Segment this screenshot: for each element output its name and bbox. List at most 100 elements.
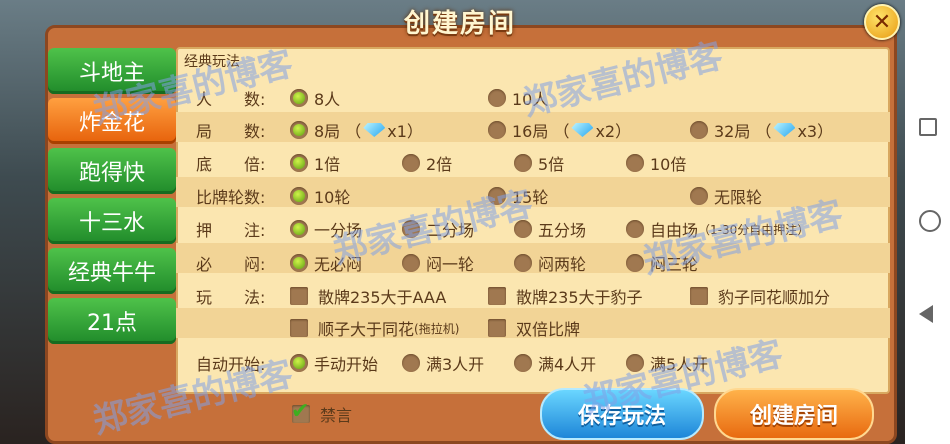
autostart-option-5[interactable]: 满5人开 — [626, 351, 708, 375]
blind-option-1[interactable]: 闷一轮 — [402, 251, 474, 275]
base-option-10[interactable]: 10倍 — [626, 151, 686, 175]
checkbox-icon — [290, 319, 308, 337]
button-label: 保存玩法 — [577, 404, 666, 429]
option-label: 满4人开 — [538, 355, 597, 374]
blind-label: 必 闷: — [196, 255, 266, 274]
blind-option-none[interactable]: 无必闷 — [290, 251, 362, 275]
play-option-235-aaa[interactable]: 散牌235大于AAA — [290, 284, 446, 308]
bet-option-2[interactable]: 二分场 — [402, 217, 474, 241]
tab-label: 炸金花 — [78, 111, 145, 136]
base-option-5[interactable]: 5倍 — [514, 151, 564, 175]
bet-option-free[interactable]: 自由场 （1-30分自由押注） — [626, 217, 809, 241]
radio-icon — [290, 89, 308, 107]
option-label: 无必闷 — [314, 255, 363, 274]
players-option-10[interactable]: 10人 — [488, 86, 548, 110]
option-label: 满3人开 — [426, 355, 485, 374]
save-rules-button[interactable]: 保存玩法 — [540, 388, 704, 440]
play-option-double[interactable]: 双倍比牌 — [488, 316, 580, 340]
radio-icon — [514, 154, 532, 172]
rounds-option-32[interactable]: 32局 （ x3） — [690, 118, 833, 142]
compare-option-15[interactable]: 15轮 — [488, 184, 548, 208]
radio-icon — [690, 187, 708, 205]
tab-label: 21点 — [87, 311, 137, 336]
radio-icon — [290, 354, 308, 372]
tab-doudizhu[interactable]: 斗地主 — [48, 48, 176, 94]
option-label: 10人 — [512, 90, 549, 109]
autostart-option-4[interactable]: 满4人开 — [514, 351, 596, 375]
play-option-235-leopard[interactable]: 散牌235大于豹子 — [488, 284, 643, 308]
recent-apps-icon[interactable] — [919, 118, 937, 136]
option-label: 自由场 — [650, 221, 699, 240]
radio-icon — [626, 254, 644, 272]
option-label: 10倍 — [650, 155, 687, 174]
base-option-2[interactable]: 2倍 — [402, 151, 452, 175]
back-icon[interactable] — [919, 305, 933, 323]
option-label: 散牌235大于豹子 — [516, 288, 643, 307]
tab-zhajinhua[interactable]: 炸金花 — [48, 98, 176, 144]
option-label: 散牌235大于AAA — [318, 288, 447, 307]
create-room-button[interactable]: 创建房间 — [714, 388, 874, 440]
radio-icon — [626, 154, 644, 172]
base-label: 底 倍: — [196, 155, 266, 174]
option-label: 顺子大于同花 — [318, 320, 415, 339]
rounds-option-16[interactable]: 16局 （ x2） — [488, 118, 631, 142]
radio-icon — [626, 354, 644, 372]
radio-icon — [626, 220, 644, 238]
option-note: (拖拉机) — [414, 321, 460, 336]
checkbox-icon — [290, 287, 308, 305]
option-label: 1倍 — [314, 155, 341, 174]
tab-label: 跑得快 — [78, 161, 145, 186]
tab-paodekuai[interactable]: 跑得快 — [48, 148, 176, 194]
play-option-straight[interactable]: 顺子大于同花 (拖拉机) — [290, 316, 459, 340]
autostart-option-manual[interactable]: 手动开始 — [290, 351, 378, 375]
option-label: 五分场 — [538, 221, 587, 240]
home-icon[interactable] — [919, 210, 941, 232]
close-icon: ✕ — [872, 9, 892, 35]
rounds-option-8[interactable]: 8局 （ x1） — [290, 118, 423, 142]
autostart-option-3[interactable]: 满3人开 — [402, 351, 484, 375]
checkbox-icon — [690, 287, 708, 305]
option-label: 15轮 — [512, 188, 549, 207]
close-button[interactable]: ✕ — [864, 4, 900, 40]
option-note: （1-30分自由押注） — [698, 222, 810, 237]
mute-checkbox[interactable]: 禁言 — [291, 399, 352, 426]
compare-option-10[interactable]: 10轮 — [290, 184, 350, 208]
option-label: 5倍 — [538, 155, 565, 174]
base-option-1[interactable]: 1倍 — [290, 151, 340, 175]
rounds-label: 局 数: — [196, 122, 266, 141]
tab-label: 斗地主 — [78, 61, 145, 86]
compare-option-unlimited[interactable]: 无限轮 — [690, 184, 762, 208]
play-option-bonus[interactable]: 豹子同花顺加分 — [690, 284, 830, 308]
bet-option-1[interactable]: 一分场 — [290, 217, 362, 241]
radio-icon — [290, 254, 308, 272]
radio-icon — [402, 354, 420, 372]
option-label: 16局 （ — [512, 122, 570, 141]
radio-icon — [514, 254, 532, 272]
radio-icon — [290, 187, 308, 205]
radio-icon — [290, 154, 308, 172]
option-label: 闷两轮 — [538, 255, 587, 274]
players-option-8[interactable]: 8人 — [290, 86, 340, 110]
diamond-icon — [363, 123, 386, 137]
option-label: 10轮 — [314, 188, 351, 207]
tab-label: 经典牛牛 — [67, 261, 156, 286]
option-cost: x1） — [387, 122, 423, 141]
bet-label: 押 注: — [196, 221, 266, 240]
option-label: 闷一轮 — [426, 255, 475, 274]
tab-21dian[interactable]: 21点 — [48, 298, 176, 344]
blind-option-3[interactable]: 闷三轮 — [626, 251, 698, 275]
radio-icon — [514, 354, 532, 372]
blind-option-2[interactable]: 闷两轮 — [514, 251, 586, 275]
android-nav-bar — [905, 0, 950, 444]
tab-jingdian-niuniu[interactable]: 经典牛牛 — [48, 248, 176, 294]
dialog-title: 创建房间 — [403, 8, 516, 39]
diamond-icon — [571, 123, 594, 137]
tab-shisanshui[interactable]: 十三水 — [48, 198, 176, 244]
radio-icon — [514, 220, 532, 238]
radio-icon — [290, 220, 308, 238]
option-label: 2倍 — [426, 155, 453, 174]
bet-option-5[interactable]: 五分场 — [514, 217, 586, 241]
option-label: 双倍比牌 — [516, 320, 581, 339]
option-label: 手动开始 — [314, 355, 379, 374]
radio-icon — [488, 187, 506, 205]
